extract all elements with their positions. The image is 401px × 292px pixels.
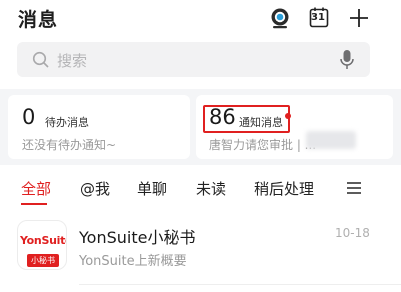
- tab-direct[interactable]: 单聊: [137, 178, 167, 199]
- header: 消息 31: [0, 0, 401, 38]
- divider: [79, 284, 401, 285]
- redacted-area: [306, 131, 356, 149]
- message-time: 10-18: [335, 226, 370, 240]
- microphone-icon[interactable]: [339, 49, 355, 75]
- tab-all[interactable]: 全部: [21, 178, 51, 199]
- message-preview: YonSuite上新概要: [79, 254, 187, 269]
- live-stream-icon[interactable]: [268, 6, 292, 30]
- messages-app: 消息 31 搜索 0 待办消息 还没有待办通知~ 86 通知消息 唐智力请您审批…: [0, 0, 401, 292]
- unread-dot: [285, 113, 291, 119]
- calendar-icon[interactable]: 31: [308, 6, 332, 30]
- notice-label: 通知消息: [239, 116, 283, 129]
- menu-icon[interactable]: [346, 180, 362, 199]
- tab-unread[interactable]: 未读: [196, 178, 226, 199]
- todo-card[interactable]: 0 待办消息 还没有待办通知~: [8, 95, 190, 159]
- list-item[interactable]: YonSuite 小秘书 YonSuite小秘书 YonSuite上新概要 10…: [0, 214, 401, 286]
- search-placeholder: 搜索: [57, 52, 88, 70]
- plus-icon[interactable]: [347, 6, 371, 30]
- avatar: YonSuite 小秘书: [17, 220, 67, 270]
- search-icon: [32, 51, 50, 73]
- tab-later[interactable]: 稍后处理: [254, 178, 314, 199]
- avatar-brand: YonSuite: [20, 234, 67, 247]
- active-tab-indicator: [21, 203, 47, 205]
- tab-mentions[interactable]: @我: [80, 178, 110, 199]
- page-title: 消息: [18, 9, 59, 31]
- message-tabs: 全部 @我 单聊 未读 稍后处理: [0, 170, 401, 208]
- message-title: YonSuite小秘书: [79, 228, 196, 247]
- todo-description: 还没有待办通知~: [22, 138, 117, 152]
- avatar-badge: 小秘书: [27, 254, 59, 267]
- calendar-day: 31: [311, 12, 325, 23]
- notice-description: 唐智力请您审批 | ...: [209, 138, 317, 152]
- todo-label: 待办消息: [45, 116, 89, 129]
- notice-card[interactable]: 86 通知消息 唐智力请您审批 | ...: [196, 95, 393, 159]
- notice-count: 86: [209, 105, 236, 129]
- search-bar[interactable]: 搜索: [17, 42, 370, 77]
- todo-count: 0: [22, 105, 36, 129]
- notice-cards: 0 待办消息 还没有待办通知~ 86 通知消息 唐智力请您审批 | ...: [0, 89, 401, 165]
